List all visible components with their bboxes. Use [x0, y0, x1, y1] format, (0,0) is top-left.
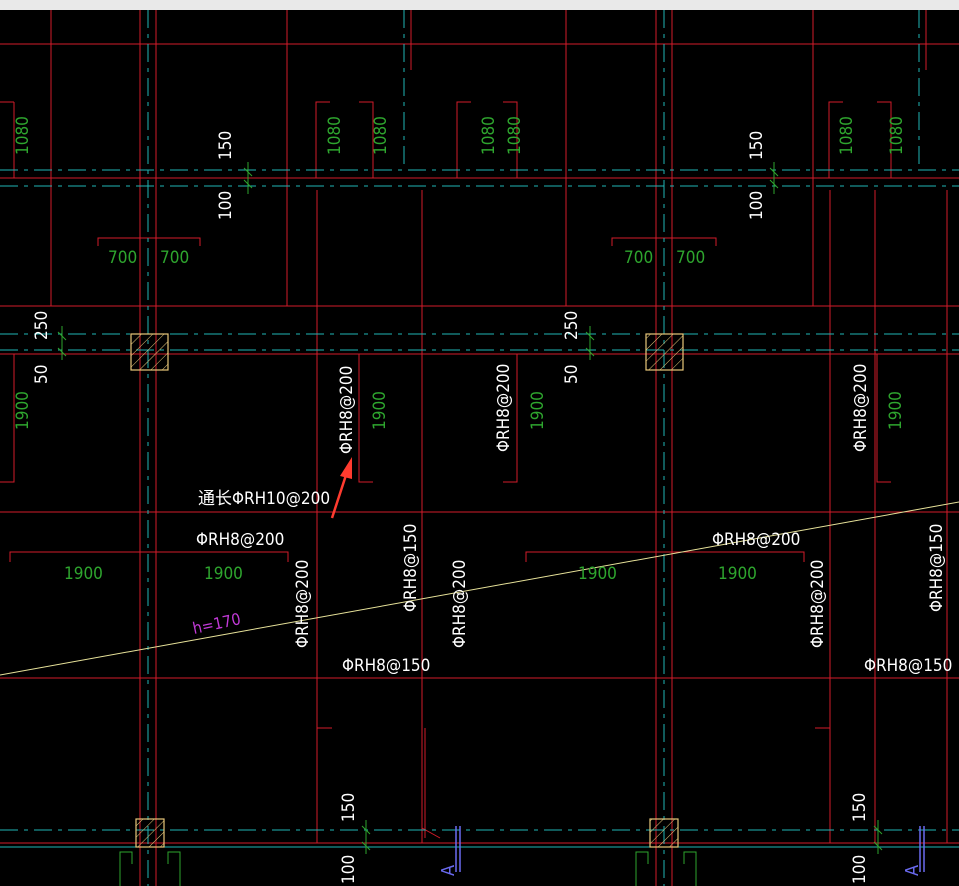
dim-1080: 1080	[887, 116, 907, 155]
dim-1900: 1900	[718, 564, 757, 584]
rebar-label: ΦRH8@200	[494, 364, 514, 452]
cad-drawing-canvas[interactable]: 1080 1080 1080 1080 1080 1080 1080 700 7…	[0, 0, 959, 886]
dim-150: 150	[339, 793, 359, 822]
foundation-outlines	[119, 851, 697, 886]
dim-50: 50	[562, 365, 582, 384]
dim-1080: 1080	[371, 116, 391, 155]
top-bar	[0, 0, 959, 10]
dim-1900: 1900	[370, 391, 390, 430]
dim-100: 100	[339, 855, 359, 884]
section-mark: A	[438, 865, 459, 876]
dim-150: 150	[216, 131, 236, 160]
section-mark: A	[902, 865, 923, 876]
dim-50: 50	[32, 365, 52, 384]
rebar-label: ΦRH8@200	[293, 560, 313, 648]
dim-1900: 1900	[64, 564, 103, 584]
dim-700: 700	[676, 248, 705, 268]
rebar-label: ΦRH8@150	[342, 656, 430, 676]
rebar-label: ΦRH8@200	[337, 366, 357, 454]
rebar-long-label: 通长ΦRH10@200	[198, 489, 330, 509]
dim-700: 700	[624, 248, 653, 268]
dim-700: 700	[160, 248, 189, 268]
rebar-label: ΦRH8@200	[808, 560, 828, 648]
dim-1080: 1080	[837, 116, 857, 155]
dim-1080: 1080	[505, 116, 525, 155]
dim-1900: 1900	[13, 391, 33, 430]
dim-1900: 1900	[528, 391, 548, 430]
rebar-label: ΦRH8@200	[196, 530, 284, 550]
annotation-arrow	[330, 457, 352, 519]
rebar-label: ΦRH8@150	[927, 524, 947, 612]
dim-100: 100	[747, 191, 767, 220]
dim-1080: 1080	[13, 116, 33, 155]
column-2	[645, 333, 684, 371]
rebar-label: ΦRH8@150	[401, 524, 421, 612]
dim-100: 100	[216, 191, 236, 220]
rebar-label: ΦRH8@200	[851, 364, 871, 452]
dim-1900: 1900	[886, 391, 906, 430]
dim-100: 100	[850, 855, 870, 884]
column-4	[649, 818, 679, 848]
dim-1080: 1080	[479, 116, 499, 155]
rebar-label: ΦRH8@200	[712, 530, 800, 550]
dim-250: 250	[32, 311, 52, 340]
slab-thickness-label: h=170	[191, 609, 243, 638]
dim-150: 150	[747, 131, 767, 160]
column-1	[130, 333, 169, 371]
dim-1080: 1080	[325, 116, 345, 155]
rebar-label: ΦRH8@150	[864, 656, 952, 676]
dim-1900: 1900	[204, 564, 243, 584]
dim-1900: 1900	[578, 564, 617, 584]
dim-150: 150	[850, 793, 870, 822]
rebar-label: ΦRH8@200	[450, 560, 470, 648]
dim-250: 250	[562, 311, 582, 340]
dim-700: 700	[108, 248, 137, 268]
column-3	[135, 818, 165, 848]
